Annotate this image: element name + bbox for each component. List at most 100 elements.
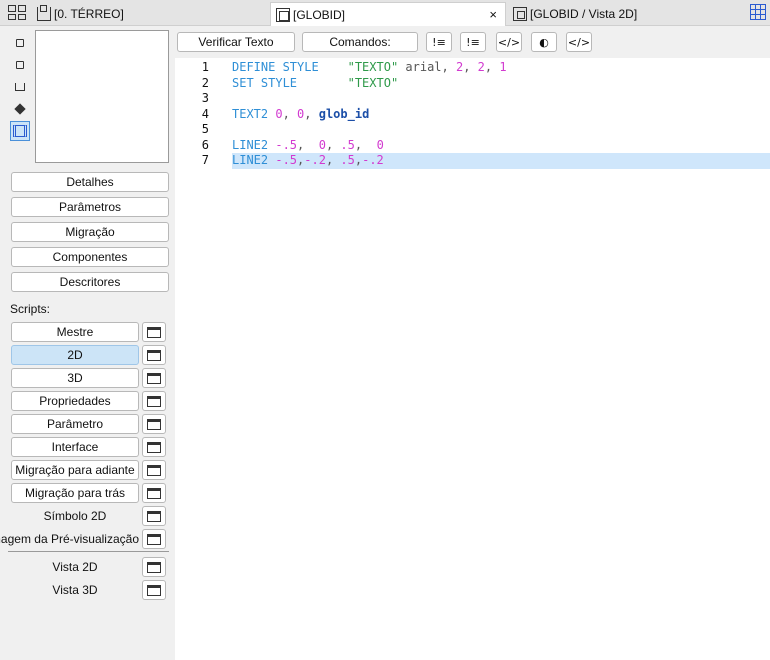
- preview-image-item[interactable]: Imagem da Pré-visualização: [0, 529, 139, 549]
- code-line[interactable]: LINE2 -.5,-.2, .5,-.2: [232, 153, 770, 169]
- code-token: SET STYLE: [232, 75, 298, 90]
- symbol-2d-item[interactable]: Símbolo 2D: [11, 506, 139, 526]
- open-view-2d-window-button[interactable]: [142, 557, 166, 577]
- code-line[interactable]: SET STYLE "TEXTO": [175, 76, 770, 92]
- code-token: 0: [275, 106, 283, 121]
- view-mode-chair[interactable]: [10, 77, 30, 97]
- open-view-3d-window-button[interactable]: [142, 580, 166, 600]
- chair-icon: [15, 83, 25, 91]
- open-backward-migration-window-button[interactable]: [142, 483, 166, 503]
- script-backward-migration-button[interactable]: Migração para trás: [11, 483, 139, 503]
- tab-globid[interactable]: [GLOBID] ×: [270, 2, 506, 26]
- object-icon: [276, 7, 290, 22]
- tab-label: [0. TÉRREO]: [54, 7, 124, 21]
- navigator-grid-icon[interactable]: [8, 5, 26, 20]
- window-icon: [147, 561, 161, 573]
- code-token: 0: [376, 137, 384, 152]
- open-preview-image-window-button[interactable]: [142, 529, 166, 549]
- view-mode-2d[interactable]: [10, 33, 30, 53]
- check-script-button[interactable]: Verificar Texto: [177, 32, 295, 52]
- details-button[interactable]: Detalhes: [11, 172, 169, 192]
- code-preview-button[interactable]: </>: [566, 32, 592, 52]
- code-token: TEXT2: [232, 106, 269, 121]
- open-symbol-2d-window-button[interactable]: [142, 506, 166, 526]
- script-master-button[interactable]: Mestre: [11, 322, 139, 342]
- tab-2d-view[interactable]: [GLOBID / Vista 2D]: [508, 2, 744, 26]
- components-button[interactable]: Componentes: [11, 247, 169, 267]
- code-token: ,: [325, 153, 341, 167]
- code-editor[interactable]: 1 DEFINE STYLE "TEXTO" arial, 2, 2, 1 2 SET…: [175, 58, 770, 660]
- script-2d-button[interactable]: 2D: [11, 345, 139, 365]
- open-forward-migration-window-button[interactable]: [142, 460, 166, 480]
- code-token: .5: [340, 137, 355, 152]
- insert-command-button[interactable]: !≡: [426, 32, 452, 52]
- window-icon: [147, 584, 161, 596]
- tab-floor-plan[interactable]: [0. TÉRREO]: [32, 2, 268, 26]
- code-window-icon: </>: [567, 35, 591, 49]
- code-line[interactable]: [175, 122, 770, 138]
- window-icon: [147, 510, 161, 522]
- code-token: DEFINE STYLE: [232, 60, 319, 74]
- code-line[interactable]: LINE2 -.5, 0, .5, 0: [175, 138, 770, 154]
- script-parameter-button[interactable]: Parâmetro: [11, 414, 139, 434]
- script-properties-button[interactable]: Propriedades: [11, 391, 139, 411]
- descriptors-button[interactable]: Descritores: [11, 272, 169, 292]
- view-2d-item[interactable]: Vista 2D: [11, 557, 139, 577]
- window-icon: [147, 326, 161, 338]
- migration-button[interactable]: Migração: [11, 222, 169, 242]
- window-icon: [147, 464, 161, 476]
- code-text: SET STYLE "TEXTO": [232, 76, 398, 92]
- list-parameters-button[interactable]: !≡: [460, 32, 486, 52]
- window-icon: [147, 533, 161, 545]
- open-properties-window-button[interactable]: [142, 391, 166, 411]
- code-text: DEFINE STYLE "TEXTO" arial, 2, 2, 1: [232, 60, 507, 76]
- code-token: glob_id: [318, 106, 370, 121]
- script-forward-migration-button[interactable]: Migração para adiante: [11, 460, 139, 480]
- code-token: -.2: [304, 153, 326, 167]
- code-token: ,: [484, 60, 500, 74]
- divider: [8, 551, 169, 552]
- window-icon: [147, 372, 161, 384]
- script-3d-button[interactable]: 3D: [11, 368, 139, 388]
- line-number: 7: [201, 153, 209, 167]
- code-text: TEXT2 0, 0, glob_id: [232, 107, 369, 123]
- code-line[interactable]: DEFINE STYLE "TEXTO" arial, 2, 2, 1: [175, 60, 770, 76]
- close-tab-icon[interactable]: ×: [489, 7, 497, 22]
- view-mode-plan[interactable]: [10, 55, 30, 75]
- code-format-button[interactable]: </>: [496, 32, 522, 52]
- code-token: 1: [499, 60, 507, 74]
- window-icon: [147, 487, 161, 499]
- code-token: arial,: [398, 60, 456, 74]
- view-mode-3d[interactable]: [10, 99, 30, 119]
- left-panel: Detalhes Parâmetros Migração Componentes…: [0, 27, 175, 660]
- code-token: ,: [304, 106, 319, 121]
- code-token: .5: [340, 153, 355, 167]
- code-token: ,: [282, 106, 298, 121]
- code-token: "TEXTO": [347, 75, 399, 90]
- open-master-window-button[interactable]: [142, 322, 166, 342]
- commands-button[interactable]: Comandos:: [302, 32, 418, 52]
- view-mode-script[interactable]: [10, 121, 30, 141]
- open-3d-window-button[interactable]: [142, 368, 166, 388]
- code-line[interactable]: [175, 91, 770, 107]
- cube-icon: [14, 103, 26, 115]
- tile-windows-icon[interactable]: [750, 4, 766, 20]
- toggle-theme-button[interactable]: ◐: [531, 32, 557, 52]
- code-token: ,: [297, 137, 319, 152]
- code-text: LINE2 -.5, 0, .5, 0: [232, 138, 384, 154]
- code-line[interactable]: TEXT2 0, 0, glob_id: [175, 107, 770, 123]
- script-interface-button[interactable]: Interface: [11, 437, 139, 457]
- editor-toolbar: Verificar Texto Comandos: !≡ !≡ </> ◐ </…: [175, 27, 770, 58]
- view-icon: [513, 7, 527, 21]
- open-parameter-window-button[interactable]: [142, 414, 166, 434]
- parameters-button[interactable]: Parâmetros: [11, 197, 169, 217]
- code-token: LINE2: [232, 153, 269, 167]
- preview-pane: [35, 30, 169, 163]
- code-token: -.5: [275, 137, 298, 152]
- code-text: LINE2 -.5,-.2, .5,-.2: [232, 153, 384, 169]
- open-2d-window-button[interactable]: [142, 345, 166, 365]
- open-interface-window-button[interactable]: [142, 437, 166, 457]
- view-3d-item[interactable]: Vista 3D: [11, 580, 139, 600]
